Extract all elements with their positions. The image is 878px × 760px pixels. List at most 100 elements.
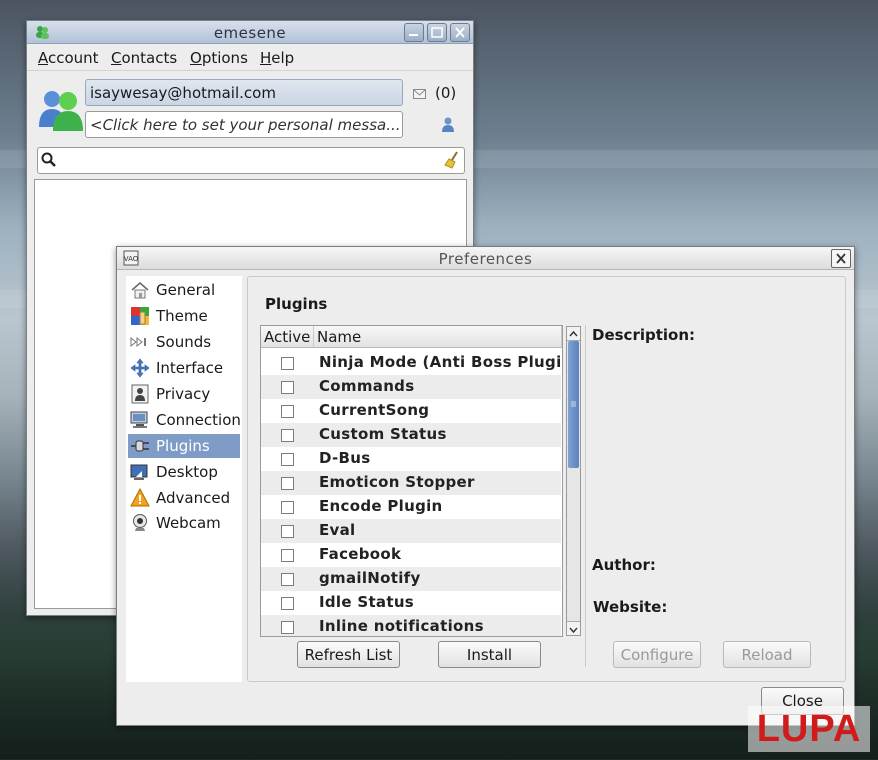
desktop-icon bbox=[130, 462, 150, 482]
mail-icon[interactable] bbox=[413, 86, 427, 104]
personal-message-field[interactable]: <Click here to set your personal messa..… bbox=[85, 111, 403, 138]
plugin-active-checkbox[interactable] bbox=[281, 405, 294, 418]
scroll-thumb[interactable] bbox=[568, 341, 579, 468]
plugin-list[interactable]: Active Name Ninja Mode (Anti Boss Plugin… bbox=[260, 325, 563, 637]
reload-button[interactable]: Reload bbox=[723, 641, 811, 668]
category-interface[interactable]: Interface bbox=[128, 356, 240, 380]
mail-count: (0) bbox=[435, 84, 457, 102]
plugin-row[interactable]: Idle Status bbox=[261, 591, 561, 615]
plugin-row[interactable]: Eval bbox=[261, 519, 561, 543]
category-label: Webcam bbox=[156, 514, 221, 532]
category-label: Desktop bbox=[156, 463, 218, 481]
plugin-name: gmailNotify bbox=[319, 569, 421, 587]
speaker-icon bbox=[130, 332, 150, 352]
plugin-active-checkbox[interactable] bbox=[281, 357, 294, 370]
monitor-icon bbox=[130, 410, 150, 430]
preferences-close-button[interactable] bbox=[831, 249, 851, 268]
plugin-row[interactable]: gmailNotify bbox=[261, 567, 561, 591]
scroll-down-arrow-icon[interactable] bbox=[567, 621, 580, 635]
menu-account[interactable]: Account bbox=[38, 49, 99, 67]
plugins-frame: Plugins Active Name Ninja Mode (Anti Bos… bbox=[247, 276, 846, 682]
plugin-list-scrollbar[interactable] bbox=[566, 326, 581, 636]
category-plugins[interactable]: Plugins bbox=[128, 434, 240, 458]
category-general[interactable]: General bbox=[128, 278, 240, 302]
plugin-row[interactable]: Custom Status bbox=[261, 423, 561, 447]
plugin-active-checkbox[interactable] bbox=[281, 549, 294, 562]
plugin-row[interactable]: D-Bus bbox=[261, 447, 561, 471]
palette-icon bbox=[130, 306, 150, 326]
account-email-field[interactable]: isaywesay@hotmail.com bbox=[85, 79, 403, 106]
install-button[interactable]: Install bbox=[438, 641, 541, 668]
plugin-active-checkbox[interactable] bbox=[281, 477, 294, 490]
maximize-button[interactable] bbox=[427, 23, 447, 42]
category-privacy[interactable]: Privacy bbox=[128, 382, 240, 406]
plugin-row[interactable]: Emoticon Stopper bbox=[261, 471, 561, 495]
category-theme[interactable]: Theme bbox=[128, 304, 240, 328]
search-icon bbox=[41, 152, 57, 172]
preferences-title: Preferences bbox=[438, 250, 533, 268]
account-email-text: isaywesay@hotmail.com bbox=[90, 83, 276, 102]
plugin-row[interactable]: Commands bbox=[261, 375, 561, 399]
close-window-button[interactable] bbox=[450, 23, 470, 42]
plugin-row[interactable]: Facebook bbox=[261, 543, 561, 567]
plugin-active-checkbox[interactable] bbox=[281, 429, 294, 442]
plugin-name: Emoticon Stopper bbox=[319, 473, 475, 491]
category-label: Plugins bbox=[156, 437, 210, 455]
category-list: General Theme Sounds Interface Privacy C… bbox=[126, 276, 242, 682]
plugin-name: Ninja Mode (Anti Boss Plugin) bbox=[319, 353, 563, 371]
plug-icon bbox=[130, 436, 150, 456]
scroll-up-arrow-icon[interactable] bbox=[567, 327, 580, 341]
category-label: General bbox=[156, 281, 216, 299]
plugin-row[interactable]: Ninja Mode (Anti Boss Plugin) bbox=[261, 351, 563, 375]
description-label: Description: bbox=[592, 326, 696, 344]
category-label: Sounds bbox=[156, 333, 212, 351]
plugin-row[interactable]: Inline notifications bbox=[261, 615, 561, 636]
plugin-name: Custom Status bbox=[319, 425, 447, 443]
lupa-watermark: LUPA bbox=[748, 706, 870, 752]
author-label: Author: bbox=[592, 556, 656, 574]
plugin-name: D-Bus bbox=[319, 449, 371, 467]
menu-help[interactable]: Help bbox=[260, 49, 294, 67]
category-connection[interactable]: Connection bbox=[128, 408, 241, 432]
category-webcam[interactable]: Webcam bbox=[128, 511, 240, 535]
plugin-row[interactable]: Encode Plugin bbox=[261, 495, 561, 519]
plugin-row[interactable]: CurrentSong bbox=[261, 399, 561, 423]
plugin-active-checkbox[interactable] bbox=[281, 381, 294, 394]
user-lock-icon bbox=[130, 384, 150, 404]
preferences-window: VAO Preferences General Theme Sounds Int… bbox=[116, 246, 855, 726]
preferences-titlebar[interactable]: VAO Preferences bbox=[117, 247, 854, 270]
user-avatar-icon[interactable] bbox=[37, 87, 85, 135]
plugin-active-checkbox[interactable] bbox=[281, 573, 294, 586]
emesene-titlebar[interactable]: emesene bbox=[27, 21, 473, 44]
website-label: Website: bbox=[593, 598, 668, 616]
menu-contacts[interactable]: Contacts bbox=[111, 49, 177, 67]
plugin-active-checkbox[interactable] bbox=[281, 453, 294, 466]
status-user-icon[interactable] bbox=[441, 116, 455, 136]
column-name-header[interactable]: Name bbox=[314, 326, 562, 348]
plugin-active-checkbox[interactable] bbox=[281, 525, 294, 538]
plugin-active-checkbox[interactable] bbox=[281, 501, 294, 514]
category-label: Connection bbox=[156, 411, 241, 429]
plugin-name: Facebook bbox=[319, 545, 402, 563]
refresh-list-button[interactable]: Refresh List bbox=[297, 641, 400, 668]
personal-message-text: <Click here to set your personal messa..… bbox=[90, 115, 401, 134]
plugin-name: Idle Status bbox=[319, 593, 415, 611]
configure-button[interactable]: Configure bbox=[613, 641, 701, 668]
category-label: Interface bbox=[156, 359, 224, 377]
category-sounds[interactable]: Sounds bbox=[128, 330, 240, 354]
menu-options[interactable]: Options bbox=[190, 49, 248, 67]
category-advanced[interactable]: Advanced bbox=[128, 486, 240, 510]
menubar: Account Contacts Options Help bbox=[27, 44, 473, 71]
plugin-name: Commands bbox=[319, 377, 415, 395]
contact-search-input[interactable] bbox=[37, 147, 465, 174]
category-label: Privacy bbox=[156, 385, 211, 403]
plugin-name: CurrentSong bbox=[319, 401, 430, 419]
category-desktop[interactable]: Desktop bbox=[128, 460, 240, 484]
minimize-button[interactable] bbox=[404, 23, 424, 42]
plugin-active-checkbox[interactable] bbox=[281, 597, 294, 610]
column-active-header[interactable]: Active bbox=[261, 326, 314, 348]
warning-icon bbox=[130, 488, 150, 508]
clear-broom-icon[interactable] bbox=[444, 151, 460, 173]
watermark-text: LUPA bbox=[756, 707, 862, 750]
plugin-active-checkbox[interactable] bbox=[281, 621, 294, 634]
